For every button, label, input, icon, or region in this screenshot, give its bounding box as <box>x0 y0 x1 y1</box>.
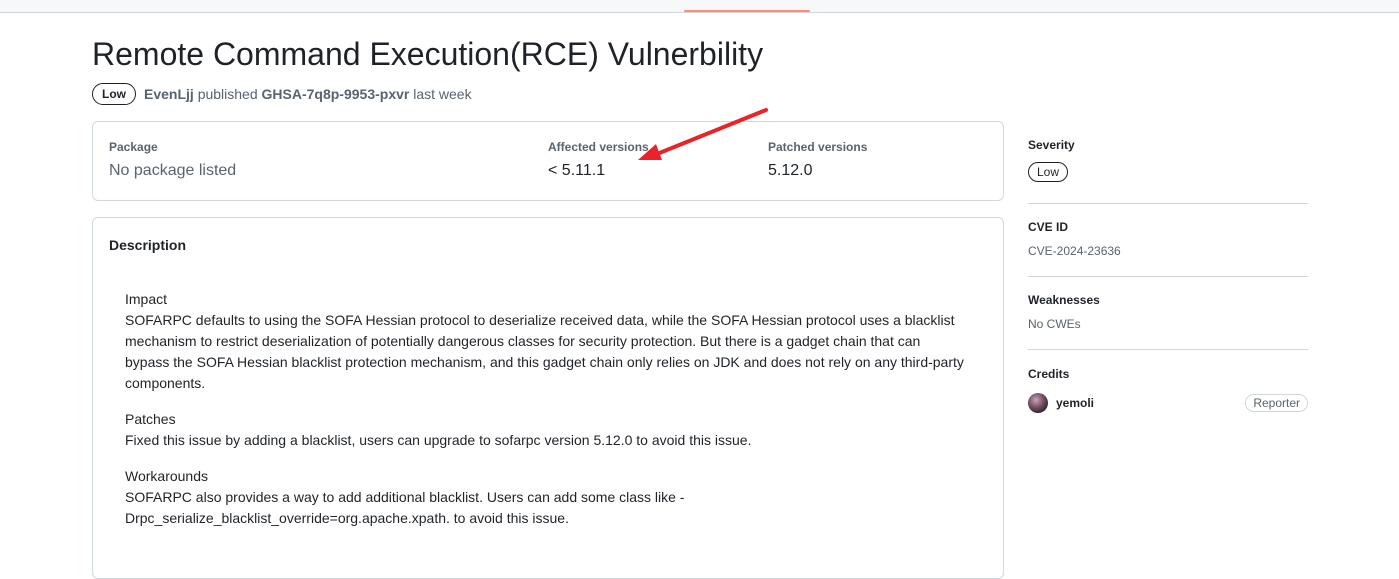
workarounds-text: SOFARPC also provides a way to add addit… <box>125 489 685 526</box>
credit-row: yemoli Reporter <box>1028 393 1308 413</box>
cve-id: CVE-2024-23636 <box>1028 244 1121 258</box>
patched-versions-column: Patched versions 5.12.0 <box>768 140 867 180</box>
credits-section: Credits yemoli Reporter <box>1028 350 1308 413</box>
package-label: Package <box>109 140 158 154</box>
selected-tab-underline <box>684 10 810 12</box>
impact-title: Impact <box>125 291 168 307</box>
severity-badge: Low <box>92 83 136 105</box>
patched-versions-label: Patched versions <box>768 140 868 154</box>
package-info-box: Package No package listed Affected versi… <box>92 121 1004 201</box>
patches-text: Fixed this issue by adding a blacklist, … <box>125 432 752 448</box>
affected-versions-value: < 5.11.1 <box>548 162 606 179</box>
description-heading: Description <box>109 237 187 253</box>
credit-user[interactable]: yemoli <box>1028 393 1094 413</box>
weaknesses-value: No CWEs <box>1028 317 1081 331</box>
patches-section: Patches Fixed this issue by adding a bla… <box>125 409 965 451</box>
description-box: Description Impact SOFARPC defaults to u… <box>92 217 1004 579</box>
impact-text: SOFARPC defaults to using the SOFA Hessi… <box>125 312 964 391</box>
advisory-sidebar: Severity Low CVE ID CVE-2024-23636 Weakn… <box>1028 138 1308 413</box>
reporter-badge: Reporter <box>1245 394 1308 412</box>
patches-title: Patches <box>125 411 176 427</box>
cve-section: CVE ID CVE-2024-23636 <box>1028 204 1308 277</box>
author-link[interactable]: EvenLjj <box>144 86 194 102</box>
ghsa-id: GHSA-7q8p-9953-pxvr <box>261 86 410 102</box>
top-nav-bar <box>0 0 1399 13</box>
annotation-arrow <box>638 108 768 160</box>
severity-label: Severity <box>1028 138 1075 152</box>
impact-section: Impact SOFARPC defaults to using the SOF… <box>125 289 965 394</box>
package-column: Package No package listed <box>109 140 236 180</box>
action-text: published <box>197 86 258 102</box>
published-time[interactable]: last week <box>413 86 471 102</box>
credit-username[interactable]: yemoli <box>1056 396 1094 410</box>
cve-label: CVE ID <box>1028 220 1069 234</box>
weaknesses-section: Weaknesses No CWEs <box>1028 277 1308 350</box>
patched-versions-value: 5.12.0 <box>768 162 813 179</box>
package-value: No package listed <box>109 162 237 179</box>
weaknesses-label: Weaknesses <box>1028 293 1100 307</box>
workarounds-section: Workarounds SOFARPC also provides a way … <box>125 466 965 529</box>
credits-label: Credits <box>1028 367 1070 381</box>
avatar[interactable] <box>1028 393 1048 413</box>
advisory-meta: Low EvenLjj published GHSA-7q8p-9953-pxv… <box>92 82 472 106</box>
advisory-title: Remote Command Execution(RCE) Vulnerbili… <box>92 36 764 72</box>
severity-section: Severity Low <box>1028 138 1308 204</box>
workarounds-title: Workarounds <box>125 468 209 484</box>
sidebar-severity-badge: Low <box>1028 162 1069 182</box>
description-body: Impact SOFARPC defaults to using the SOF… <box>125 289 965 544</box>
